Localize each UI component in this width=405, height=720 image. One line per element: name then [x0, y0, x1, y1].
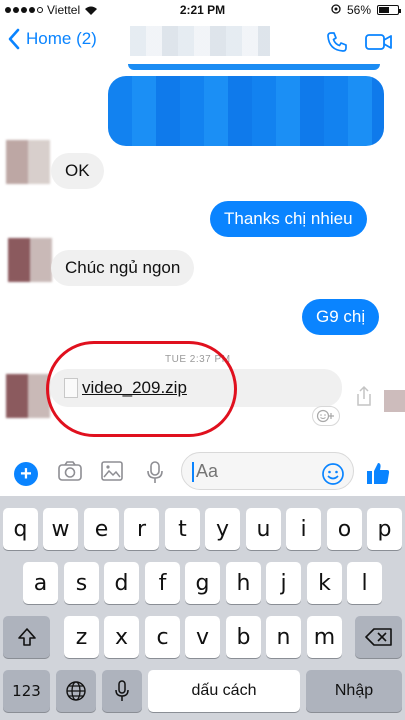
- share-icon[interactable]: [354, 385, 374, 407]
- contact-name-blurred[interactable]: [130, 26, 270, 56]
- globe-key[interactable]: [56, 670, 96, 712]
- key-n[interactable]: n: [266, 616, 301, 658]
- outgoing-message[interactable]: G9 chị: [302, 299, 380, 335]
- smiley-plus-icon: [316, 409, 334, 423]
- back-label: Home (2): [26, 29, 97, 48]
- key-a[interactable]: a: [23, 562, 58, 604]
- video-call-icon[interactable]: [365, 32, 393, 52]
- camera-icon[interactable]: [57, 460, 83, 482]
- key-b[interactable]: b: [226, 616, 261, 658]
- thumbs-up-icon[interactable]: [365, 460, 391, 486]
- key-e[interactable]: e: [84, 508, 119, 550]
- incoming-message[interactable]: OK: [51, 153, 104, 189]
- key-d[interactable]: d: [104, 562, 139, 604]
- key-f[interactable]: f: [145, 562, 180, 604]
- enter-key[interactable]: Nhập: [306, 670, 402, 712]
- shift-arrow-icon: [17, 628, 36, 646]
- sender-avatar[interactable]: [6, 374, 50, 418]
- key-h[interactable]: h: [226, 562, 261, 604]
- on-screen-keyboard: q w e r t y u i o p a s d f g h j k l z …: [0, 496, 405, 720]
- key-m[interactable]: m: [307, 616, 342, 658]
- key-k[interactable]: k: [307, 562, 342, 604]
- key-s[interactable]: s: [64, 562, 99, 604]
- battery-icon: [377, 5, 401, 15]
- battery-fill: [379, 7, 390, 13]
- nav-bar: Home (2): [0, 20, 405, 64]
- emoji-icon[interactable]: [321, 462, 345, 486]
- key-p[interactable]: p: [367, 508, 402, 550]
- key-u[interactable]: u: [246, 508, 281, 550]
- more-options-button[interactable]: +: [14, 462, 38, 486]
- sender-avatar[interactable]: [8, 238, 52, 282]
- battery-percent: 56%: [346, 3, 371, 17]
- key-i[interactable]: i: [286, 508, 321, 550]
- add-reaction-button[interactable]: [312, 406, 340, 426]
- dictation-key[interactable]: [102, 670, 142, 712]
- chevron-left-icon: [8, 28, 20, 50]
- back-button[interactable]: Home (2): [8, 28, 97, 50]
- message-composer: +: [0, 448, 405, 496]
- key-q[interactable]: q: [3, 508, 38, 550]
- status-bar: Viettel 2:21 PM 56%: [0, 0, 405, 20]
- key-j[interactable]: j: [266, 562, 301, 604]
- key-g[interactable]: g: [185, 562, 220, 604]
- key-r[interactable]: r: [124, 508, 159, 550]
- key-t[interactable]: t: [165, 508, 200, 550]
- key-w[interactable]: w: [43, 508, 78, 550]
- globe-icon: [66, 681, 86, 701]
- key-z[interactable]: z: [64, 616, 99, 658]
- key-v[interactable]: v: [185, 616, 220, 658]
- sender-avatar[interactable]: [6, 140, 50, 184]
- status-right: 56%: [331, 3, 401, 17]
- incoming-message[interactable]: Chúc ngủ ngon: [51, 250, 195, 286]
- nav-actions: [325, 30, 393, 54]
- partial-avatar-blurred: [384, 390, 405, 412]
- message-list[interactable]: OK Thanks chị nhieu Chúc ngủ ngon G9 chị…: [0, 64, 405, 437]
- backspace-key[interactable]: [355, 616, 402, 658]
- location-icon: [331, 4, 341, 14]
- key-x[interactable]: x: [104, 616, 139, 658]
- outgoing-message[interactable]: Thanks chị nhieu: [210, 201, 367, 237]
- backspace-icon: [364, 628, 392, 646]
- microphone-icon[interactable]: [146, 460, 164, 484]
- microphone-icon: [115, 680, 129, 701]
- outgoing-message-blurred[interactable]: [108, 76, 384, 146]
- key-o[interactable]: o: [327, 508, 362, 550]
- key-y[interactable]: y: [205, 508, 240, 550]
- shift-key[interactable]: [3, 616, 50, 658]
- phone-call-icon[interactable]: [325, 30, 349, 54]
- space-key[interactable]: dấu cách: [148, 670, 300, 712]
- highlight-annotation-circle: [46, 341, 237, 437]
- outgoing-message-blurred-top: [128, 64, 380, 70]
- numbers-key[interactable]: 123: [3, 670, 50, 712]
- key-l[interactable]: l: [347, 562, 382, 604]
- text-cursor: [192, 462, 194, 482]
- key-c[interactable]: c: [145, 616, 180, 658]
- photo-gallery-icon[interactable]: [100, 460, 124, 482]
